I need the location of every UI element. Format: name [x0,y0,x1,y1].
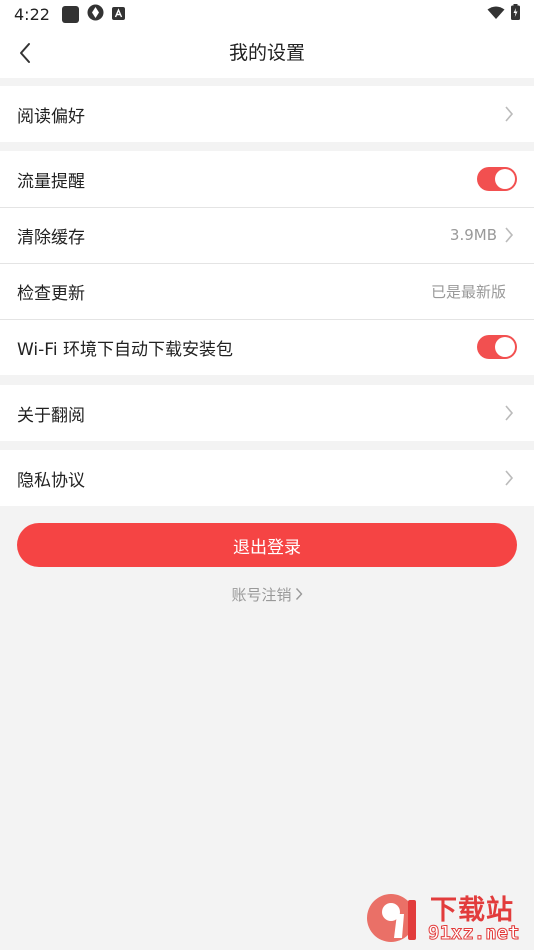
back-chevron-icon [20,43,30,63]
status-bar: 4:22 [0,0,534,28]
data-alert-label: 流量提醒 [17,171,85,192]
settings-group-general: 流量提醒 清除缓存 3.9MB 检查更新 已是最新版 Wi-Fi 环境下自动下载… [0,151,534,375]
vpn-icon [87,4,104,25]
page-title: 我的设置 [228,42,305,64]
notification-square-icon [61,5,79,23]
watermark-en-text: 91xz.net [428,922,521,945]
clear-cache-label: 清除缓存 [17,227,85,248]
toggle-knob [495,169,515,189]
wifi-download-row: Wi-Fi 环境下自动下载安装包 [0,319,534,375]
update-status-value: 已是最新版 [430,282,506,301]
status-time: 4:22 [14,4,50,24]
cache-size-value: 3.9MB [449,226,497,244]
cancel-account-label: 账号注销 [231,585,292,604]
chevron-right-icon [501,105,517,123]
chevron-right-icon [501,404,517,422]
settings-group-privacy: 隐私协议 [0,450,534,506]
keyboard-a-icon [111,5,125,24]
watermark-logo [367,894,416,942]
about-label: 关于翻阅 [17,405,85,426]
settings-group-about: 关于翻阅 [0,385,534,441]
privacy-label: 隐私协议 [17,470,85,491]
wifi-download-toggle[interactable] [477,335,517,359]
watermark: 下载站 91xz.net [364,888,534,950]
check-update-label: 检查更新 [17,283,85,304]
back-button[interactable] [10,38,40,68]
reading-preference-row[interactable]: 阅读偏好 [0,86,534,142]
wifi-download-label: Wi-Fi 环境下自动下载安装包 [17,339,233,360]
battery-icon [511,4,520,24]
cancel-account-link[interactable]: 账号注销 [0,584,534,604]
settings-group-reading: 阅读偏好 [0,86,534,142]
header: 我的设置 [0,28,534,78]
data-alert-toggle[interactable] [477,167,517,191]
check-update-row[interactable]: 检查更新 已是最新版 [0,263,534,319]
reading-preference-label: 阅读偏好 [17,106,85,127]
toggle-knob [495,337,515,357]
chevron-right-icon [295,587,303,601]
logout-button[interactable]: 退出登录 [17,523,517,567]
wifi-icon [487,5,505,24]
about-row[interactable]: 关于翻阅 [0,385,534,441]
chevron-right-icon [501,469,517,487]
clear-cache-row[interactable]: 清除缓存 3.9MB [0,207,534,263]
privacy-row[interactable]: 隐私协议 [0,450,534,506]
data-alert-row: 流量提醒 [0,151,534,207]
chevron-right-icon [501,226,517,244]
